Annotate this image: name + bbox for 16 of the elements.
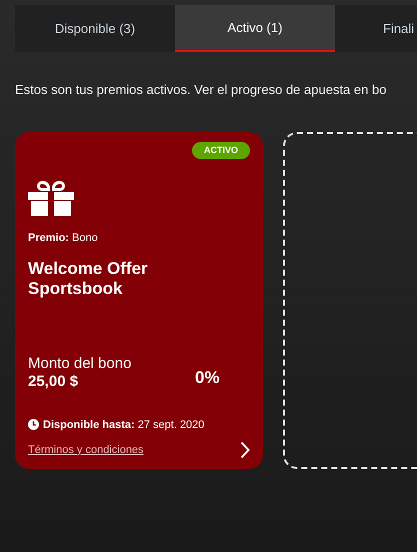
amount-label: Monto del bono	[28, 354, 132, 372]
prize-type: Premio: Bono	[28, 231, 99, 246]
tab[interactable]: Activo (1)	[175, 5, 335, 52]
clock-icon	[28, 419, 39, 430]
terms-link[interactable]: Términos y condiciones	[28, 442, 144, 458]
tab[interactable]: Finali	[335, 5, 417, 52]
reward-card[interactable]: ACTIVO Premio: Bono Welcome Offer Sportsbook Monto del bono 25,00 $ 0% Disponible hasta: 27 sept. 2020 Términos y condiciones	[15, 132, 263, 468]
chevron-right-icon[interactable]	[240, 441, 250, 459]
expiry-text: Disponible hasta: 27 sept. 2020	[43, 418, 204, 432]
status-badge: ACTIVO	[192, 142, 250, 159]
intro-text: Estos son tus premios activos. Ver el progreso de apuesta en bo	[15, 81, 388, 99]
progress-percent: 0%	[195, 366, 220, 388]
amount-value: 25,00 $	[28, 372, 80, 390]
gift-icon	[28, 179, 74, 216]
tab[interactable]: Disponible (3)	[15, 5, 175, 52]
reward-title: Welcome Offer Sportsbook	[28, 258, 149, 298]
